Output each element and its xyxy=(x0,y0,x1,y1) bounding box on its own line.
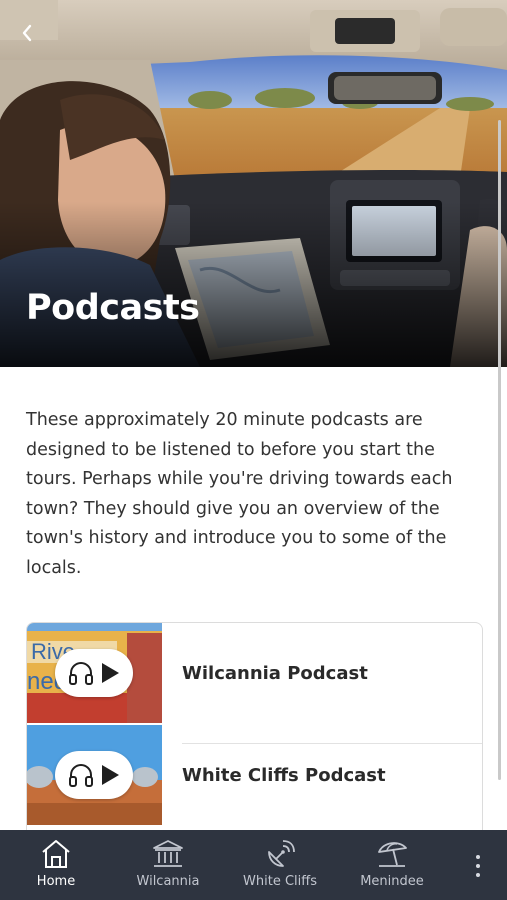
nav-label: Wilcannia xyxy=(136,874,200,889)
more-vertical-icon[interactable] xyxy=(466,846,490,886)
hero-banner: Podcasts xyxy=(0,0,507,367)
podcast-title: Wilcannia Podcast xyxy=(182,663,368,684)
nav-item-white-cliffs[interactable]: White Cliffs xyxy=(230,830,330,900)
home-icon xyxy=(42,840,70,868)
podcast-item-white-cliffs[interactable]: White Cliffs Podcast xyxy=(27,725,482,827)
play-icon xyxy=(102,765,119,785)
back-button[interactable] xyxy=(12,18,42,48)
chevron-left-icon xyxy=(22,24,32,42)
bottom-nav: Home Wilcannia White Cliffs Menindee xyxy=(0,830,507,900)
beach-umbrella-icon xyxy=(378,842,407,867)
podcast-thumbnail xyxy=(27,725,162,825)
bank-icon xyxy=(153,840,183,867)
satellite-dish-icon xyxy=(268,840,295,867)
play-icon xyxy=(102,663,119,683)
nav-item-home[interactable]: Home xyxy=(6,830,106,900)
nav-label: Home xyxy=(36,874,76,889)
nav-label: White Cliffs xyxy=(243,874,317,889)
headphones-icon xyxy=(69,661,93,685)
podcast-item-wilcannia[interactable]: Rive ned Wilcannia Podcast xyxy=(27,623,482,725)
intro-text: These approximately 20 minute podcasts a… xyxy=(26,410,453,578)
podcast-title: White Cliffs Podcast xyxy=(182,765,386,786)
play-pill[interactable] xyxy=(55,751,133,799)
scrollbar[interactable] xyxy=(498,120,501,780)
nav-label: Menindee xyxy=(360,874,424,889)
play-pill[interactable] xyxy=(55,649,133,697)
podcast-thumbnail: Rive ned xyxy=(27,623,162,723)
nav-item-wilcannia[interactable]: Wilcannia xyxy=(118,830,218,900)
headphones-icon xyxy=(69,763,93,787)
page-title: Podcasts xyxy=(26,288,200,328)
nav-item-menindee[interactable]: Menindee xyxy=(342,830,442,900)
podcast-list: Rive ned Wilcannia Podcast White Cliffs … xyxy=(26,622,483,854)
